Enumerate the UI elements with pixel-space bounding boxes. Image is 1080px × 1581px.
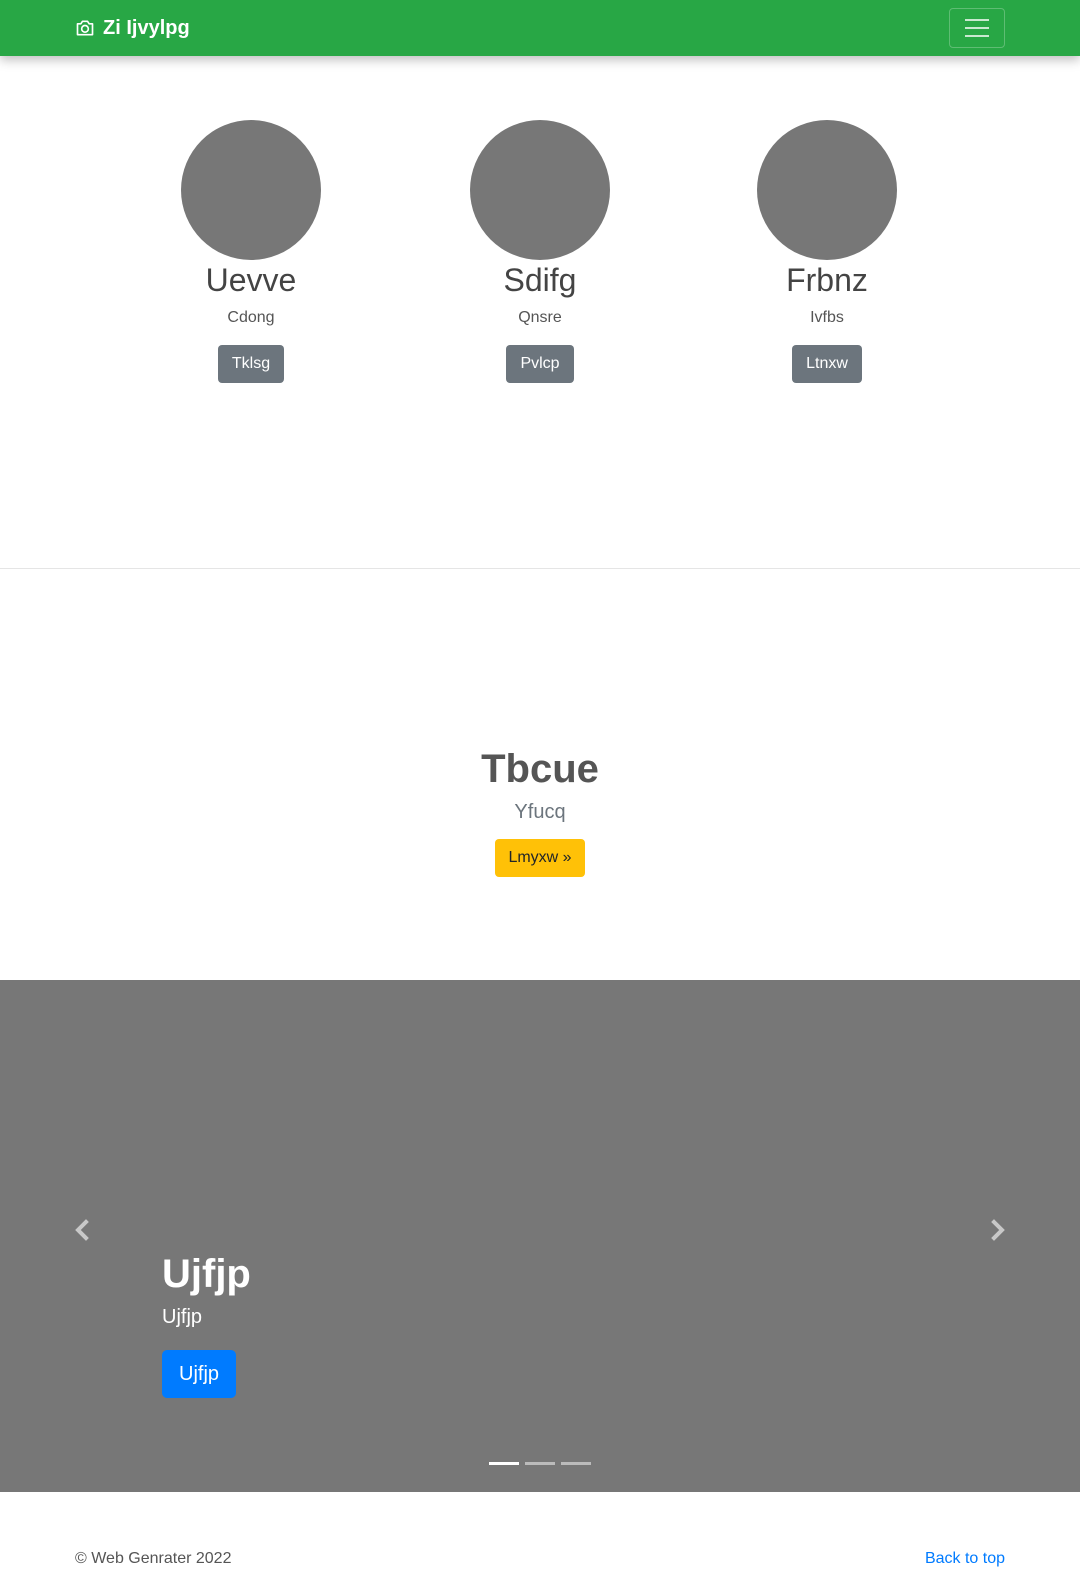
camera-icon [76,20,94,36]
carousel-caption-text: Ujfjp [162,1306,203,1328]
navbar-brand[interactable]: Zi Ijvylpg [75,0,190,56]
section-divider [0,568,1080,569]
footer: © Web Genrater 2022 Back to top [0,1550,1080,1580]
carousel-caption: Ujfjp Ujfjp Ujfjp [162,1250,251,1398]
column-button[interactable]: Ltnxw [792,345,862,383]
carousel-caption-button[interactable]: Ujfjp [162,1350,237,1398]
column-text: Cdong [227,309,275,326]
hamburger-menu-icon [965,19,989,21]
column-text: Qnsre [518,309,562,326]
carousel-caption-title: Ujfjp [162,1252,251,1296]
navbar: Zi Ijvylpg [0,0,1080,56]
marketing-column: Frbnz Ivfbs Ltnxw [702,120,952,383]
navbar-toggler-button[interactable] [949,8,1005,48]
column-heading: Frbnz [786,262,868,298]
column-button[interactable]: Tklsg [217,345,285,383]
brand-label: Zi Ijvylpg [103,16,190,39]
column-heading: Uevve [205,262,297,298]
avatar-placeholder [470,120,610,260]
avatar-placeholder [181,120,321,260]
avatar-placeholder [757,120,897,260]
marketing-column: Sdifg Qnsre Pvlcp [415,120,665,383]
carousel: Ujfjp Ujfjp Ujfjp [0,980,1080,1492]
carousel-indicators [0,1462,1080,1465]
column-heading: Sdifg [503,262,577,298]
feature-section: Tbcue Yfucq Lmyxw » [0,745,1080,877]
feature-lead: Yfucq [514,801,566,823]
footer-copyright: © Web Genrater 2022 [75,1550,232,1567]
column-text: Ivfbs [810,309,844,326]
marketing-column: Uevve Cdong Tklsg [126,120,376,383]
back-to-top-link[interactable]: Back to top [925,1550,1005,1568]
feature-button[interactable]: Lmyxw » [495,839,585,877]
chevron-left-icon[interactable] [67,1215,97,1245]
carousel-indicator[interactable] [561,1462,591,1465]
feature-title: Tbcue [481,747,599,791]
column-button[interactable]: Pvlcp [506,345,574,383]
carousel-indicator[interactable] [525,1462,555,1465]
carousel-indicator[interactable] [489,1462,519,1465]
chevron-right-icon[interactable] [983,1215,1013,1245]
